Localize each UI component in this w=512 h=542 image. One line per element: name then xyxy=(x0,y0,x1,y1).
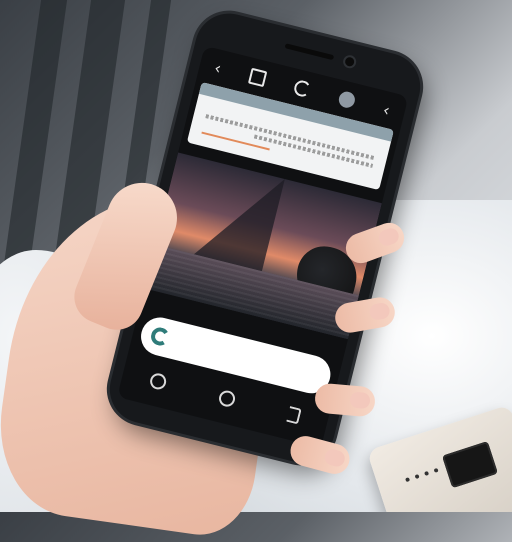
fingernail xyxy=(323,447,347,469)
back-arrow-icon[interactable]: ‹ xyxy=(213,58,224,78)
fingernail xyxy=(349,391,371,410)
front-camera xyxy=(344,56,356,68)
dark-wedge-shape xyxy=(193,162,285,272)
refresh-icon[interactable] xyxy=(292,78,312,99)
back-icon[interactable] xyxy=(286,406,303,425)
fingernail xyxy=(376,225,401,248)
progress-accent-line xyxy=(201,131,270,151)
app-logo-icon xyxy=(149,325,171,348)
charger-screen xyxy=(441,441,499,489)
avatar-dot-icon[interactable] xyxy=(336,89,357,110)
bottom-bar-label xyxy=(169,339,320,377)
camera-circle-icon[interactable] xyxy=(148,371,168,392)
square-icon[interactable] xyxy=(248,67,268,88)
finger xyxy=(313,382,377,418)
earpiece-speaker xyxy=(284,43,335,61)
charger-indicator-dots xyxy=(405,467,439,483)
home-circle-icon[interactable] xyxy=(217,388,237,409)
fingernail xyxy=(368,301,391,322)
chevron-left-icon[interactable]: ‹ xyxy=(381,100,392,120)
